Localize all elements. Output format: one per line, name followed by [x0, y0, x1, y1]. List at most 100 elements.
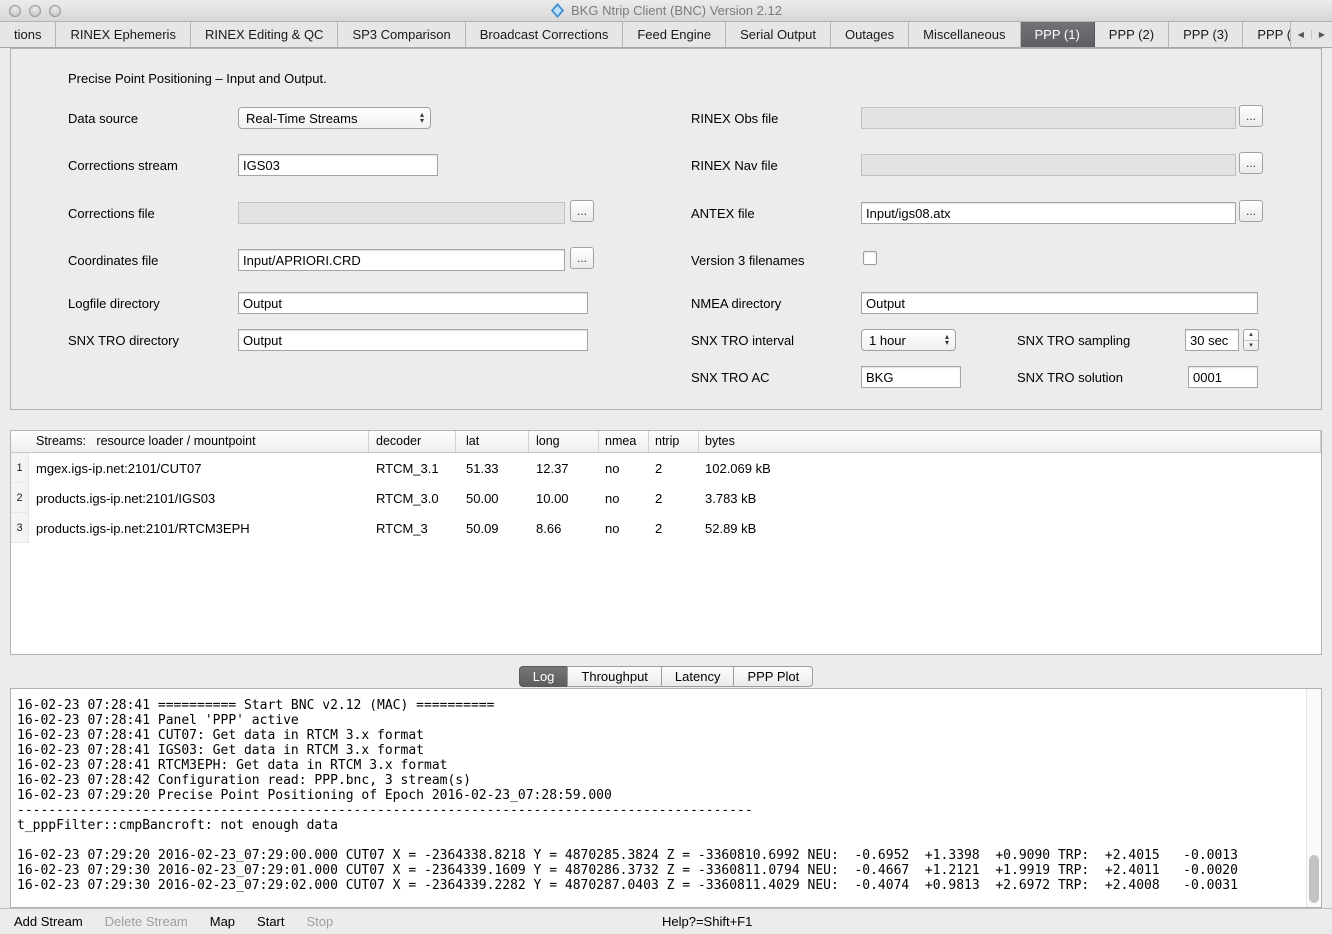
app-icon: [550, 3, 565, 18]
panel-heading: Precise Point Positioning – Input and Ou…: [68, 71, 327, 86]
snx-tro-interval-select[interactable]: 1 hour ▴▾: [861, 329, 956, 351]
tab-scroll-left-icon[interactable]: ◀: [1291, 30, 1311, 39]
window-zoom-button[interactable]: [49, 5, 61, 17]
cell-bytes: 3.783 kB: [699, 491, 1321, 506]
cell-nmea: no: [599, 461, 649, 476]
top-tab-strip: tionsRINEX EphemerisRINEX Editing & QCSP…: [0, 22, 1290, 47]
snx-tro-sampling-stepper[interactable]: ▴▾: [1243, 329, 1259, 351]
popup-arrows-icon: ▴▾: [937, 334, 953, 346]
logfile-directory-input[interactable]: [238, 292, 588, 314]
corrections-stream-label: Corrections stream: [68, 158, 178, 173]
cell-long: 10.00: [529, 491, 599, 506]
tab-serial-output[interactable]: Serial Output: [726, 22, 831, 47]
coordinates-file-browse-button[interactable]: ...: [570, 247, 594, 269]
status-bar: Add StreamDelete StreamMapStartStop Help…: [0, 908, 1332, 934]
tab-ppp-3[interactable]: PPP (3): [1169, 22, 1243, 47]
tab-scroll-right-icon[interactable]: ▶: [1311, 30, 1332, 39]
rinex-obs-file-label: RINEX Obs file: [691, 111, 778, 126]
cell-ntrip: 2: [649, 461, 699, 476]
snx-tro-interval-label: SNX TRO interval: [691, 333, 794, 348]
corrections-file-browse-button[interactable]: ...: [570, 200, 594, 222]
window-minimize-button[interactable]: [29, 5, 41, 17]
corrections-file-input: [238, 202, 565, 224]
cell-mountpoint: products.igs-ip.net:2101/RTCM3EPH: [29, 521, 369, 536]
tab-ppp-4[interactable]: PPP (4): [1243, 22, 1289, 47]
header-decoder: decoder: [369, 431, 456, 452]
stream-row[interactable]: 2 products.igs-ip.net:2101/IGS03 RTCM_3.…: [11, 483, 1321, 513]
cell-ntrip: 2: [649, 521, 699, 536]
stream-row[interactable]: 3 products.igs-ip.net:2101/RTCM3EPH RTCM…: [11, 513, 1321, 543]
snx-tro-sampling-input[interactable]: [1185, 329, 1239, 351]
log-scrollbar-thumb[interactable]: [1309, 855, 1319, 903]
top-tab-bar: tionsRINEX EphemerisRINEX Editing & QCSP…: [0, 22, 1332, 48]
coordinates-file-label: Coordinates file: [68, 253, 158, 268]
status-buttons: Add Stream Delete Stream Map Start Stop: [0, 914, 333, 929]
row-number: 2: [11, 483, 29, 513]
stepper-up-icon: ▴: [1244, 330, 1258, 341]
version3-filenames-label: Version 3 filenames: [691, 253, 804, 268]
corrections-file-label: Corrections file: [68, 206, 155, 221]
bottom-tab-ppp-plot[interactable]: PPP Plot: [733, 666, 813, 687]
cell-decoder: RTCM_3: [369, 521, 456, 536]
bottom-tab-throughput[interactable]: Throughput: [567, 666, 662, 687]
header-nmea: nmea: [599, 431, 649, 452]
tab-rinex-editing-qc[interactable]: RINEX Editing & QC: [191, 22, 339, 47]
stop-button[interactable]: Stop: [307, 914, 334, 929]
antex-file-input[interactable]: [861, 202, 1236, 224]
rinex-nav-file-input: [861, 154, 1236, 176]
tab-feed-engine[interactable]: Feed Engine: [623, 22, 726, 47]
cell-bytes: 102.069 kB: [699, 461, 1321, 476]
bottom-tab-log[interactable]: Log: [519, 666, 569, 687]
tab-tions[interactable]: tions: [0, 22, 56, 47]
tab-sp3-comparison[interactable]: SP3 Comparison: [338, 22, 465, 47]
nmea-directory-label: NMEA directory: [691, 296, 781, 311]
snx-tro-solution-label: SNX TRO solution: [1017, 370, 1123, 385]
coordinates-file-input[interactable]: [238, 249, 565, 271]
snx-tro-interval-value: 1 hour: [869, 333, 906, 348]
header-ntrip: ntrip: [649, 431, 699, 452]
cell-decoder: RTCM_3.0: [369, 491, 456, 506]
tab-ppp-1[interactable]: PPP (1): [1021, 22, 1095, 47]
header-bytes: bytes: [699, 431, 1321, 452]
cell-nmea: no: [599, 521, 649, 536]
header-lat: lat: [456, 431, 529, 452]
window-close-button[interactable]: [9, 5, 21, 17]
header-mountpoint: Streams: resource loader / mountpoint: [11, 431, 369, 452]
cell-mountpoint: products.igs-ip.net:2101/IGS03: [29, 491, 369, 506]
tab-miscellaneous[interactable]: Miscellaneous: [909, 22, 1020, 47]
rinex-nav-file-label: RINEX Nav file: [691, 158, 778, 173]
log-scrollbar[interactable]: [1306, 689, 1321, 907]
tab-rinex-ephemeris[interactable]: RINEX Ephemeris: [56, 22, 190, 47]
snx-tro-ac-input[interactable]: [861, 366, 961, 388]
streams-table-header: Streams: resource loader / mountpoint de…: [11, 431, 1321, 453]
antex-file-label: ANTEX file: [691, 206, 755, 221]
rinex-nav-browse-button[interactable]: ...: [1239, 152, 1263, 174]
snx-tro-solution-input[interactable]: [1188, 366, 1258, 388]
tab-outages[interactable]: Outages: [831, 22, 909, 47]
tab-broadcast-corrections[interactable]: Broadcast Corrections: [466, 22, 624, 47]
start-button[interactable]: Start: [257, 914, 284, 929]
corrections-stream-input[interactable]: [238, 154, 438, 176]
add-stream-button[interactable]: Add Stream: [14, 914, 83, 929]
rinex-obs-browse-button[interactable]: ...: [1239, 105, 1263, 127]
bottom-tab-strip: LogThroughputLatencyPPP Plot: [0, 666, 1332, 687]
nmea-directory-input[interactable]: [861, 292, 1258, 314]
delete-stream-button[interactable]: Delete Stream: [105, 914, 188, 929]
antex-browse-button[interactable]: ...: [1239, 200, 1263, 222]
bottom-tab-latency[interactable]: Latency: [661, 666, 735, 687]
header-long: long: [529, 431, 599, 452]
snx-tro-ac-label: SNX TRO AC: [691, 370, 770, 385]
map-button[interactable]: Map: [210, 914, 235, 929]
version3-filenames-checkbox[interactable]: [863, 251, 877, 265]
cell-long: 8.66: [529, 521, 599, 536]
stream-row[interactable]: 1 mgex.igs-ip.net:2101/CUT07 RTCM_3.1 51…: [11, 453, 1321, 483]
row-number: 3: [11, 513, 29, 543]
cell-bytes: 52.89 kB: [699, 521, 1321, 536]
data-source-select[interactable]: Real-Time Streams ▴▾: [238, 107, 431, 129]
snx-tro-directory-input[interactable]: [238, 329, 588, 351]
data-source-label: Data source: [68, 111, 138, 126]
streams-table-body: 1 mgex.igs-ip.net:2101/CUT07 RTCM_3.1 51…: [11, 453, 1321, 543]
window-title: BKG Ntrip Client (BNC) Version 2.12: [571, 3, 782, 18]
streams-table: Streams: resource loader / mountpoint de…: [10, 430, 1322, 655]
tab-ppp-2[interactable]: PPP (2): [1095, 22, 1169, 47]
